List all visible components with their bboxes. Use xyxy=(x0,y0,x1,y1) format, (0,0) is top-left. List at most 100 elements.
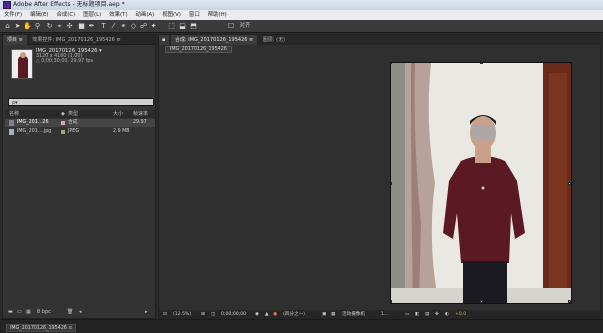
fast-previews-icon[interactable]: ◧ xyxy=(415,310,419,319)
transform-handle[interactable] xyxy=(568,300,571,303)
after-effects-app-icon xyxy=(3,1,11,9)
menu-bar: 文件(F) 编辑(E) 合成(C) 图层(L) 效果(T) 动画(A) 视图(V) 窗口 帮助(… xyxy=(0,10,603,20)
timeline-icon[interactable]: ▤ xyxy=(425,310,429,319)
puppet-tool-icon[interactable]: ✦ xyxy=(149,22,158,31)
composition-viewer[interactable] xyxy=(390,62,572,304)
camera-view-dropdown[interactable]: 活动摄像机 xyxy=(342,310,365,319)
tab-layer[interactable]: 图层: (无) xyxy=(259,35,289,45)
image-file-icon xyxy=(9,129,14,135)
composition-footer: ⊡ (12.5%) ⊞ ◫ 0;00;00;00 ◉ ▲ ● (四分之一) ▣ … xyxy=(159,310,602,319)
menu-window[interactable]: 窗口 xyxy=(185,10,204,20)
mask-visibility-icon[interactable]: ◫ xyxy=(211,310,215,319)
roto-brush-tool-icon[interactable]: ☍ xyxy=(139,22,148,31)
snapping-checkbox-icon[interactable]: ☐ xyxy=(225,22,237,31)
composition-breadcrumb[interactable]: IMG_20170126_195426 xyxy=(165,46,232,53)
home-icon[interactable]: ⌂ xyxy=(3,22,12,31)
type-tool-icon[interactable]: T xyxy=(99,22,108,31)
current-time-field[interactable]: 0;00;00;00 xyxy=(221,310,246,319)
window-frame-shape xyxy=(391,63,405,303)
trousers-shape xyxy=(463,261,507,303)
menu-edit[interactable]: 编辑(E) xyxy=(26,10,52,20)
tools-toolbar: ⌂ ➤ ✋ ⚲ ↻ ⌖ ✣ ■ ✒ T ⁄ ⚭ ◇ ☍ ✦ ⬚ ⬓ ⬒ ☐ 对齐 xyxy=(0,20,603,33)
menu-help[interactable]: 帮助(H) xyxy=(204,10,231,20)
composition-panel: ▪ 合成: IMG_20170126_195426 ≡ 图层: (无) IMG_… xyxy=(158,34,602,319)
menu-file[interactable]: 文件(F) xyxy=(0,10,26,20)
row-size: 2.9 MB xyxy=(113,129,130,134)
scroll-right-icon[interactable]: ▸ xyxy=(145,307,148,317)
selected-item-duration: △ 0;00;30;00, 29.97 fps xyxy=(36,59,93,64)
brush-tool-icon[interactable]: ⁄ xyxy=(109,22,118,31)
menu-view[interactable]: 视图(V) xyxy=(158,10,185,20)
show-snapshot-icon[interactable]: ▲ xyxy=(265,310,269,319)
label-column-icon[interactable]: ◆ xyxy=(61,110,65,118)
tab-effect-controls[interactable]: 效果控件: IMG_20170126_195426 ≡ xyxy=(28,35,124,45)
resolution-dropdown[interactable]: (四分之一) xyxy=(283,310,305,319)
selection-tool-icon[interactable]: ➤ xyxy=(13,22,22,31)
flowchart-icon[interactable]: ✥ xyxy=(435,310,439,319)
rectangle-tool-icon[interactable]: ■ xyxy=(77,22,86,31)
zoom-dropdown[interactable]: (12.5%) xyxy=(173,310,191,319)
pen-tool-icon[interactable]: ✒ xyxy=(87,22,96,31)
transform-handle[interactable] xyxy=(568,182,571,185)
safe-margins-icon[interactable]: ⊞ xyxy=(201,310,205,319)
view-axis-mode-icon[interactable]: ⬒ xyxy=(189,22,198,31)
tab-composition[interactable]: 合成: IMG_20170126_195426 ≡ xyxy=(170,35,258,45)
project-panel: 项目 ≡ 效果控件: IMG_20170126_195426 ≡ IMG_201… xyxy=(2,34,156,319)
toggle-pixel-aspect-icon[interactable]: ▭ xyxy=(405,310,409,319)
menu-effect[interactable]: 效果(T) xyxy=(105,10,131,20)
view-layout-dropdown[interactable]: 1... xyxy=(381,310,388,319)
local-axis-mode-icon[interactable]: ⬚ xyxy=(167,22,176,31)
region-of-interest-icon[interactable]: ▣ xyxy=(322,310,326,319)
row-type: JPEG xyxy=(68,129,80,134)
transparency-grid-icon[interactable]: ▦ xyxy=(331,310,335,319)
window-title-bar: Adobe After Effects - 无标题项目.aep * xyxy=(0,0,603,10)
snapshot-icon[interactable]: ◉ xyxy=(255,310,259,319)
clone-stamp-tool-icon[interactable]: ⚭ xyxy=(119,22,128,31)
column-type[interactable]: 类型 xyxy=(68,110,78,118)
column-name[interactable]: 名称 xyxy=(9,110,19,118)
lock-icon[interactable]: ▪ xyxy=(159,35,170,45)
rotate-tool-icon[interactable]: ↻ xyxy=(45,22,54,31)
column-size[interactable]: 大小 xyxy=(113,110,123,118)
project-columns-header: 名称 ◆ 类型 大小 帧速率 xyxy=(5,110,155,118)
project-panel-footer: ▬ ▭ ▦ 8 bpc 🗑 ◂ ▸ xyxy=(5,307,155,317)
label-color-icon[interactable] xyxy=(61,130,65,134)
transform-handle[interactable] xyxy=(391,182,392,185)
world-axis-mode-icon[interactable]: ⬓ xyxy=(178,22,187,31)
menu-animation[interactable]: 动画(A) xyxy=(132,10,159,20)
pan-behind-tool-icon[interactable]: ✣ xyxy=(65,22,74,31)
menu-layer[interactable]: 图层(L) xyxy=(79,10,105,20)
row-name: IMG_201...26 xyxy=(17,120,49,125)
scroll-left-icon[interactable]: ◂ xyxy=(79,307,82,317)
zoom-tool-icon[interactable]: ⚲ xyxy=(33,22,42,31)
align-label: 对齐 xyxy=(239,23,251,29)
delete-icon[interactable]: 🗑 xyxy=(67,307,73,317)
project-search-input[interactable]: ρ▾ xyxy=(8,98,154,106)
new-composition-icon[interactable]: ▦ xyxy=(26,307,31,317)
tab-project[interactable]: 项目 ≡ xyxy=(3,35,27,45)
row-type: 合成 xyxy=(68,120,78,125)
transform-handle[interactable] xyxy=(480,63,483,64)
new-folder-icon[interactable]: ▭ xyxy=(17,307,22,317)
hand-tool-icon[interactable]: ✋ xyxy=(23,22,32,31)
interpret-footage-icon[interactable]: ▬ xyxy=(8,307,13,317)
transform-handle[interactable] xyxy=(391,300,392,303)
project-row-composition[interactable]: IMG_201...26 合成 29.97 xyxy=(5,119,155,127)
channel-icon[interactable]: ● xyxy=(273,310,277,319)
face-blur-shape xyxy=(471,125,495,139)
bit-depth-toggle[interactable]: 8 bpc xyxy=(37,307,51,317)
reset-exposure-icon[interactable]: ◐ xyxy=(445,310,449,319)
menu-composition[interactable]: 合成(C) xyxy=(53,10,80,20)
tab-timeline-composition[interactable]: IMG_20170126_195426 ≡ xyxy=(6,324,77,332)
transform-handle[interactable] xyxy=(568,63,571,64)
camera-tool-icon[interactable]: ⌖ xyxy=(55,22,64,31)
column-fps[interactable]: 帧速率 xyxy=(133,110,148,118)
eraser-tool-icon[interactable]: ◇ xyxy=(129,22,138,31)
project-row-jpeg[interactable]: IMG_201....jpg JPEG 2.9 MB xyxy=(5,128,155,136)
transform-handle[interactable] xyxy=(480,300,483,303)
transform-handle[interactable] xyxy=(391,63,392,64)
label-color-icon[interactable] xyxy=(61,121,65,125)
window-title: Adobe After Effects - 无标题项目.aep * xyxy=(13,1,125,8)
always-preview-icon[interactable]: ⊡ xyxy=(163,310,167,319)
exposure-value[interactable]: +0.0 xyxy=(455,310,466,319)
